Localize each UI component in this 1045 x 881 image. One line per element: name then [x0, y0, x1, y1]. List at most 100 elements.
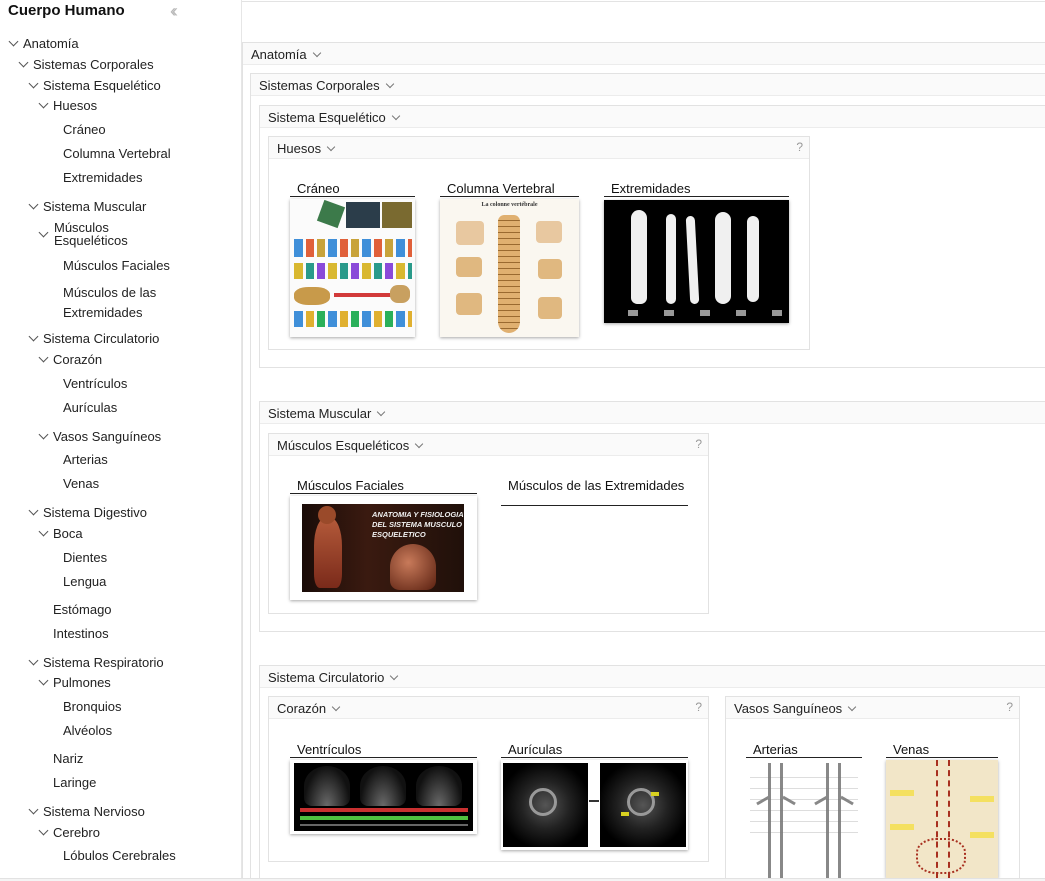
atria-echo-image: [501, 760, 688, 850]
tree-leaf-musc-faciales[interactable]: Músculos Faciales: [63, 259, 170, 273]
panel-header-musc-esq[interactable]: Músculos Esqueléticos?: [269, 434, 708, 456]
card-venas[interactable]: Venas: [886, 742, 998, 878]
chevron-down-icon: [28, 78, 39, 89]
tree-node-muscular[interactable]: Sistema Muscular: [28, 199, 146, 214]
card-arterias[interactable]: Arterias: [746, 742, 862, 878]
tree-leaf-lobulos[interactable]: Lóbulos Cerebrales: [63, 849, 176, 863]
tree-node-musc-esq[interactable]: Músculos Esqueléticos: [38, 221, 144, 247]
tree-leaf-lengua[interactable]: Lengua: [63, 575, 106, 589]
panel-header-esqueletico[interactable]: Sistema Esquelético: [260, 106, 1045, 128]
card-craneo[interactable]: Cráneo: [290, 181, 415, 339]
chevron-down-icon: [28, 804, 39, 815]
chevron-down-icon: [38, 352, 49, 363]
tree-leaf-musc-extremidades[interactable]: Músculos de las Extremidades: [63, 283, 173, 323]
muscle-poster-image: ANATOMIA Y FISIOLOGIA DEL SISTEMA MUSCUL…: [290, 496, 477, 600]
tree-leaf-dientes[interactable]: Dientes: [63, 551, 107, 565]
card-musc-extremidades[interactable]: Músculos de las Extremidades: [501, 478, 688, 506]
chevron-down-icon: [38, 825, 49, 836]
panel-header-anatomia[interactable]: Anatomía: [243, 43, 1045, 65]
tree-leaf-nariz[interactable]: Nariz: [53, 752, 83, 766]
chevron-down-icon: [28, 505, 39, 516]
tree-node-respiratorio[interactable]: Sistema Respiratorio: [28, 655, 164, 670]
card-musc-faciales[interactable]: Músculos Faciales ANATOMIA Y FISIOLOGIA …: [290, 478, 477, 600]
card-ventriculos[interactable]: Ventrículos: [290, 742, 477, 834]
panel-header-vasos[interactable]: Vasos Sanguíneos?: [726, 697, 1019, 719]
chevron-down-icon: [847, 702, 857, 712]
panel-header-circulatorio[interactable]: Sistema Circulatorio: [260, 666, 1045, 688]
arteries-diagram-image: [746, 759, 862, 878]
card-title: Arterias: [746, 742, 862, 758]
card-title: Ventrículos: [290, 742, 477, 758]
help-icon[interactable]: ?: [695, 700, 702, 714]
tree-node-circulatorio[interactable]: Sistema Circulatorio: [28, 331, 159, 346]
tree-node-anatomia[interactable]: Anatomía: [8, 36, 79, 51]
tree-node-nervioso[interactable]: Sistema Nervioso: [28, 804, 145, 819]
chevron-down-icon: [414, 439, 424, 449]
tree-node-cerebro[interactable]: Cerebro: [38, 825, 100, 840]
card-title: Columna Vertebral: [440, 181, 579, 197]
card-auriculas[interactable]: Aurículas: [501, 742, 688, 850]
help-icon[interactable]: ?: [796, 140, 803, 154]
tree-node-sistemas[interactable]: Sistemas Corporales: [18, 58, 154, 72]
tree-leaf-estomago[interactable]: Estómago: [53, 603, 112, 617]
poster-title: ANATOMIA Y FISIOLOGIA DEL SISTEMA MUSCUL…: [372, 510, 464, 539]
tree-node-pulmones[interactable]: Pulmones: [38, 675, 111, 690]
tree-leaf-auriculas[interactable]: Aurículas: [63, 401, 117, 415]
tree-leaf-arterias[interactable]: Arterias: [63, 453, 108, 467]
card-title: Extremidades: [604, 181, 789, 197]
tree-node-corazon[interactable]: Corazón: [38, 352, 102, 367]
tree-leaf-bronquios[interactable]: Bronquios: [63, 700, 122, 714]
tree-node-huesos[interactable]: Huesos: [38, 98, 97, 113]
panel-header-corazon[interactable]: Corazón?: [269, 697, 708, 719]
panel-header-muscular[interactable]: Sistema Muscular: [260, 402, 1045, 424]
panel-header-sistemas[interactable]: Sistemas Corporales: [251, 74, 1045, 96]
top-bar: [242, 0, 1045, 2]
chevron-down-icon: [38, 675, 49, 686]
tree-node-esqueletico[interactable]: Sistema Esquelético: [28, 78, 161, 93]
chevron-down-icon: [38, 429, 49, 440]
double-chevron-left-icon[interactable]: ‹‹: [170, 1, 178, 22]
panel-header-huesos[interactable]: Huesos?: [269, 137, 809, 159]
chevron-down-icon: [8, 36, 19, 47]
card-title: Venas: [886, 742, 998, 758]
tree-leaf-laringe[interactable]: Laringe: [53, 776, 96, 790]
chevron-down-icon: [38, 526, 49, 537]
spine-title: La colonne vertébrale: [481, 202, 538, 208]
chevron-down-icon: [38, 98, 49, 109]
tree-leaf-alveolos[interactable]: Alvéolos: [63, 724, 112, 738]
tree-node-boca[interactable]: Boca: [38, 526, 83, 541]
tree-node-vasos[interactable]: Vasos Sanguíneos: [38, 429, 161, 444]
skull-image: [290, 199, 415, 337]
chevron-down-icon: [312, 48, 321, 58]
help-icon[interactable]: ?: [1006, 700, 1013, 714]
tree-leaf-craneo[interactable]: Cráneo: [63, 123, 106, 137]
chevron-down-icon: [28, 655, 39, 666]
card-title: Músculos de las Extremidades: [501, 478, 688, 506]
chevron-down-icon: [28, 199, 39, 210]
bones-image: [604, 200, 789, 323]
sidebar-title: Cuerpo Humano: [8, 2, 125, 19]
help-icon[interactable]: ?: [695, 437, 702, 451]
tree-leaf-columna[interactable]: Columna Vertebral: [63, 147, 171, 161]
chevron-down-icon: [331, 702, 341, 712]
card-title: Cráneo: [290, 181, 415, 197]
ventricles-echo-image: [290, 760, 477, 834]
chevron-down-icon: [377, 407, 386, 417]
chevron-down-icon: [38, 227, 49, 238]
tree-leaf-intestinos[interactable]: Intestinos: [53, 627, 109, 641]
card-title: Músculos Faciales: [290, 478, 477, 494]
chevron-down-icon: [390, 671, 399, 681]
chevron-down-icon: [391, 111, 401, 121]
sidebar-tree: Cuerpo Humano ‹‹ Anatomía Sistemas Corpo…: [0, 0, 242, 881]
tree-leaf-ventriculos[interactable]: Ventrículos: [63, 377, 127, 391]
tree-node-digestivo[interactable]: Sistema Digestivo: [28, 505, 147, 520]
tree-leaf-extremidades[interactable]: Extremidades: [63, 171, 142, 185]
card-columna[interactable]: Columna Vertebral La colonne vertébrale: [440, 181, 579, 339]
spine-image: La colonne vertébrale: [440, 199, 579, 337]
tree-leaf-venas[interactable]: Venas: [63, 477, 99, 491]
card-title: Aurículas: [501, 742, 688, 758]
card-extremidades[interactable]: Extremidades: [604, 181, 789, 323]
chevron-down-icon: [326, 142, 336, 152]
chevron-down-icon: [28, 331, 39, 342]
chevron-down-icon: [385, 79, 394, 89]
